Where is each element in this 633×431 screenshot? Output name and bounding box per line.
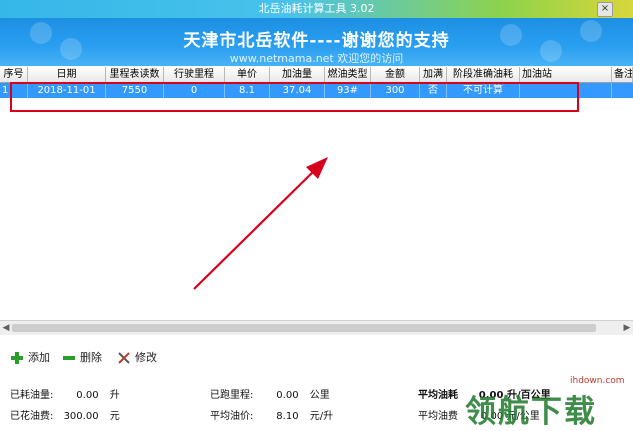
stat-value: 0.00 [478, 390, 504, 401]
stat-label: 平均油费 [418, 411, 458, 422]
delete-button-label: 删除 [80, 351, 102, 364]
scroll-left-icon[interactable]: ◀ [0, 322, 12, 334]
stat-unit: 升/百公里 [506, 390, 551, 401]
edit-button-label: 修改 [135, 351, 157, 364]
stat-value: 0.00 [276, 390, 299, 401]
stat-unit: 元/公里 [506, 411, 540, 422]
horizontal-scrollbar[interactable]: ◀ ▶ [0, 320, 633, 335]
stat-value: 0.00 [76, 390, 99, 401]
stat-label: 已耗油量: [10, 390, 54, 401]
stat-avg-price: 平均油价: 8.10 元/升 [210, 407, 333, 422]
minus-icon [62, 351, 76, 365]
stat-unit: 元/升 [309, 411, 334, 422]
stat-value: 8.10 [276, 411, 299, 422]
stat-avg-consumption: 平均油耗 0.00 升/百公里 [418, 386, 551, 401]
stat-distance: 已跑里程: 0.00 公里 [210, 386, 330, 401]
stat-label: 平均油价: [210, 411, 254, 422]
stat-fuel-used: 已耗油量: 0.00 升 [10, 386, 120, 401]
stat-label: 平均油耗 [418, 390, 458, 401]
arrow-shaft [193, 166, 319, 290]
stat-avg-cost: 平均油费 0.00 元/公里 [418, 407, 540, 422]
stat-unit: 公里 [309, 390, 330, 401]
toolbar: 添加 删除 修改 [0, 343, 633, 373]
stat-unit: 升 [109, 390, 120, 401]
stat-cost: 已花油费: 300.00 元 [10, 407, 120, 422]
stat-label: 已花油费: [10, 411, 54, 422]
add-button[interactable]: 添加 [10, 349, 50, 367]
tools-icon [117, 351, 131, 365]
scroll-right-icon[interactable]: ▶ [621, 322, 633, 334]
stat-unit: 元 [109, 411, 120, 422]
edit-button[interactable]: 修改 [117, 349, 157, 367]
stat-label: 已跑里程: [210, 390, 254, 401]
scrollbar-thumb[interactable] [12, 324, 596, 332]
statistics-panel: 已耗油量: 0.00 升 已花油费: 300.00 元 已跑里程: 0.00 公… [0, 380, 633, 426]
stat-value: 0.00 [480, 411, 504, 422]
add-button-label: 添加 [28, 351, 50, 364]
delete-button[interactable]: 删除 [62, 349, 102, 367]
plus-icon [10, 351, 24, 365]
stat-value: 300.00 [63, 411, 99, 422]
